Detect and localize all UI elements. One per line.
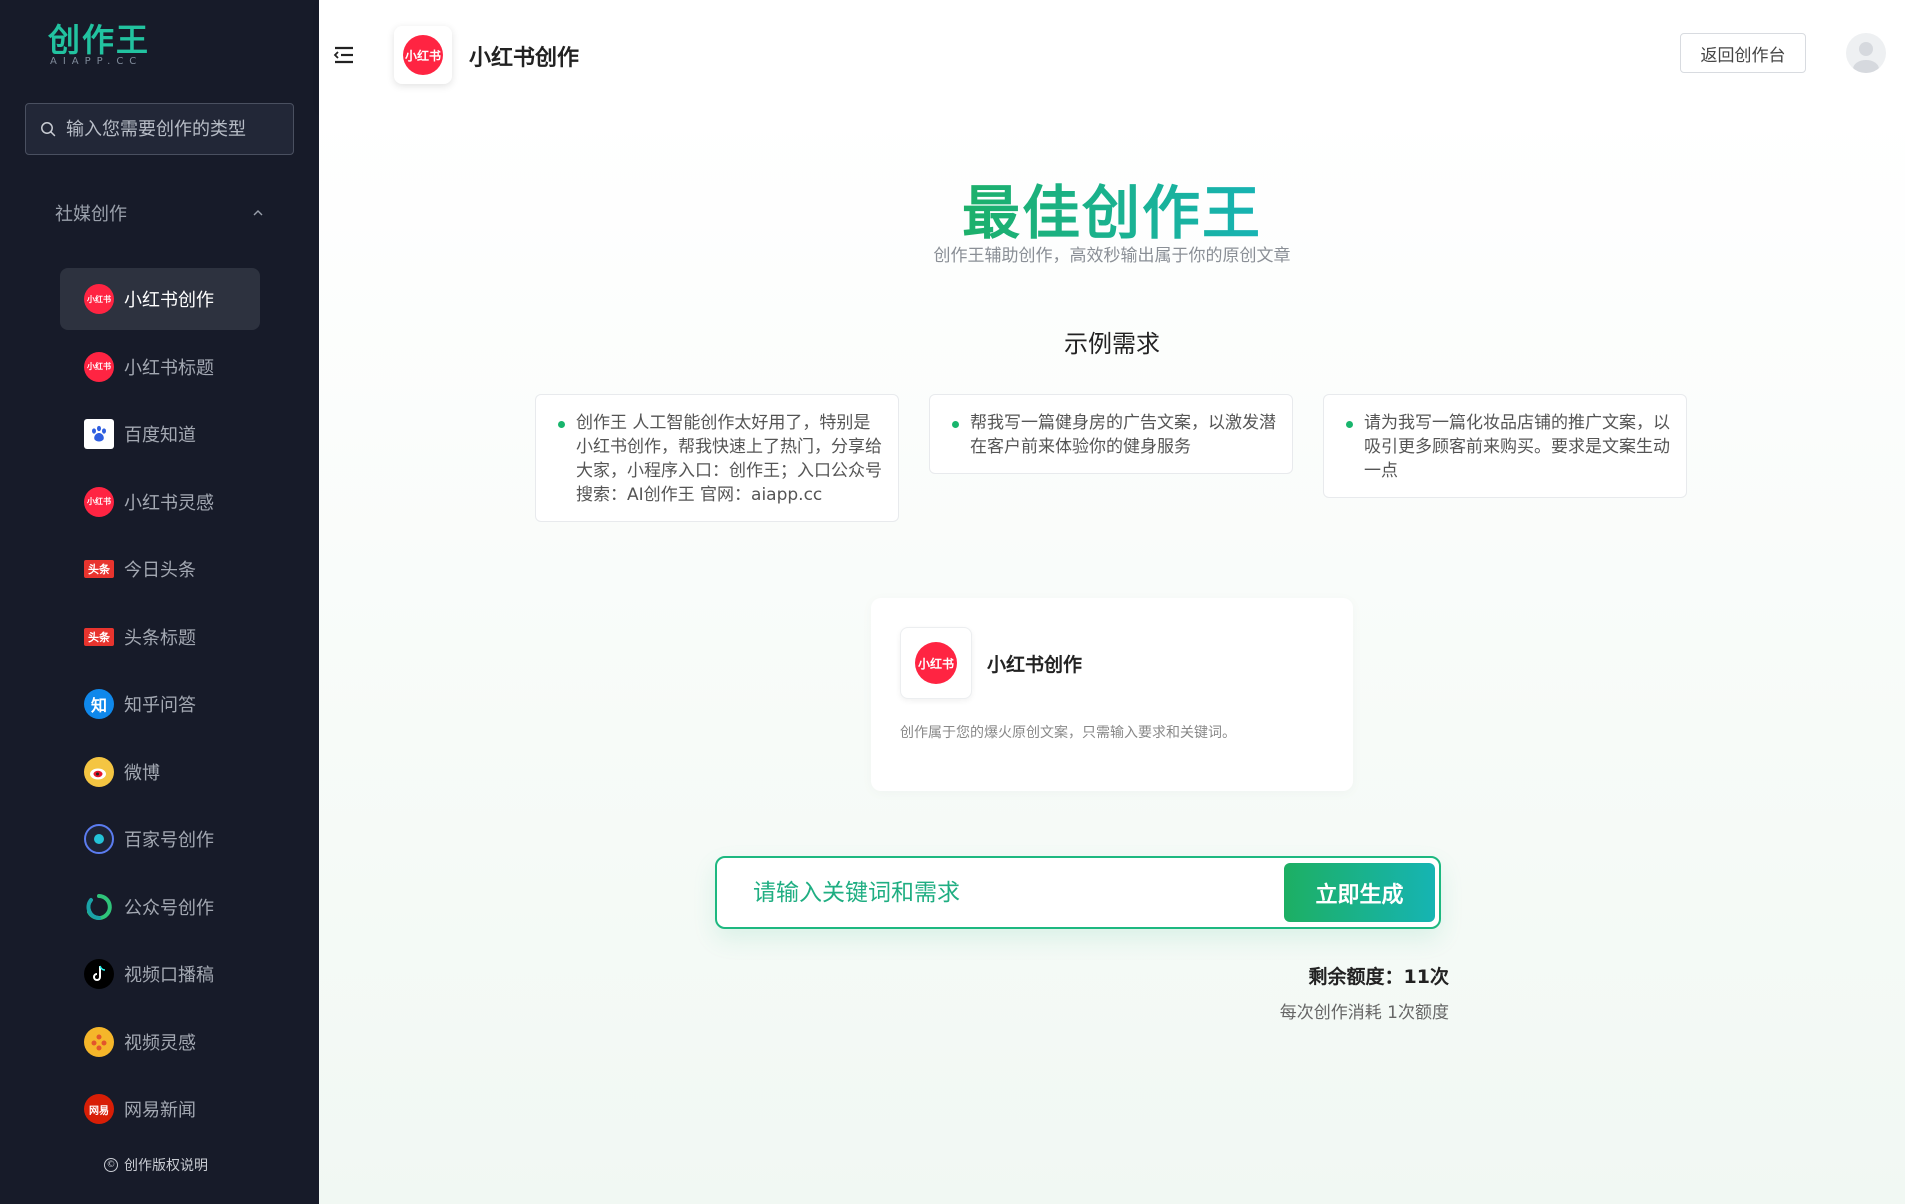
tool-name: 小红书创作 <box>987 654 1083 676</box>
tool-info-card: 小红书 小红书创作 创作属于您的爆火原创文案，只需输入要求和关键词。 <box>871 598 1353 791</box>
sidebar-item-label: 小红书灵感 <box>124 492 214 514</box>
tiktok-icon <box>84 959 114 989</box>
sidebar-item-wechat-official[interactable]: 公众号创作 <box>60 876 260 938</box>
hero-title: 最佳创作王 <box>319 166 1905 250</box>
sidebar-item-xiaohongshu-create[interactable]: 小红书 小红书创作 <box>60 268 260 330</box>
sidebar-nav: 小红书 小红书创作 小红书 小红书标题 百度知道 小红书 小红书灵感 头条 今日… <box>60 268 260 1146</box>
sidebar-item-xiaohongshu-inspiration[interactable]: 小红书 小红书灵感 <box>60 471 260 533</box>
generate-button[interactable]: 立即生成 <box>1284 863 1435 922</box>
xiaohongshu-icon: 小红书 <box>84 486 114 517</box>
toutiao-icon: 头条 <box>84 627 114 646</box>
group-header-social-media[interactable]: 社媒创作 <box>55 200 265 226</box>
avatar[interactable] <box>1846 33 1886 73</box>
sidebar-item-label: 知乎问答 <box>124 695 196 716</box>
search-icon <box>41 122 56 137</box>
prompt-input-box: 立即生成 <box>715 856 1441 929</box>
sidebar-item-label: 头条标题 <box>124 627 196 649</box>
sidebar-search <box>25 103 294 155</box>
example-text: 帮我写一篇健身房的广告文案，以激发潜在客户前来体验你的健身服务 <box>970 413 1276 457</box>
toutiao-icon: 头条 <box>84 560 114 578</box>
hero-subtitle: 创作王辅助创作，高效秒输出属于你的原创文章 <box>933 246 1291 266</box>
sidebar-item-video-script[interactable]: 视频口播稿 <box>60 943 260 1005</box>
weibo-icon <box>84 756 114 787</box>
xiaohongshu-icon: 小红书 <box>84 351 114 382</box>
baijiahao-icon <box>84 824 114 854</box>
xiaohongshu-icon: 小红书 <box>84 284 114 314</box>
example-card[interactable]: 创作王 人工智能创作太好用了，特别是小红书创作，帮我快速上了热门，分享给大家，小… <box>535 394 899 522</box>
tool-icon: 小红书 <box>900 627 972 699</box>
sidebar-item-label: 百家号创作 <box>124 830 214 851</box>
back-to-workspace-button[interactable]: 返回创作台 <box>1680 33 1806 73</box>
sidebar-item-zhihu[interactable]: 知 知乎问答 <box>60 673 260 735</box>
user-icon <box>1853 42 1879 73</box>
sidebar-item-label: 小红书创作 <box>124 290 214 311</box>
sidebar-item-xiaohongshu-title[interactable]: 小红书 小红书标题 <box>60 336 260 398</box>
xiaohongshu-icon: 小红书 <box>915 642 957 684</box>
baidu-paw-icon <box>84 419 114 449</box>
examples-title: 示例需求 <box>1064 330 1160 358</box>
quota-note: 每次创作消耗 1次额度 <box>1279 1003 1449 1023</box>
keyword-input[interactable] <box>753 876 1253 910</box>
group-label: 社媒创作 <box>55 204 127 225</box>
example-text: 请为我写一篇化妆品店铺的推广文案，以吸引更多顾客前来购买。要求是文案生动一点 <box>1364 413 1670 481</box>
sidebar-item-baidu-zhidao[interactable]: 百度知道 <box>60 403 260 465</box>
remaining-quota: 剩余额度：11次 <box>1308 966 1449 988</box>
sidebar-item-label: 视频口播稿 <box>124 965 214 986</box>
category-search-input[interactable] <box>66 118 286 140</box>
sidebar-item-label: 微博 <box>124 762 160 784</box>
xiaohongshu-icon: 小红书 <box>403 35 443 75</box>
sidebar-item-weibo[interactable]: 微博 <box>60 741 260 803</box>
hero-title-text: 最佳创作王 <box>961 179 1262 247</box>
sidebar-item-netease-news[interactable]: 网易 网易新闻 <box>60 1078 260 1140</box>
sidebar-item-baijiahao[interactable]: 百家号创作 <box>60 808 260 870</box>
main-content: 最佳创作王 创作王辅助创作，高效秒输出属于你的原创文章 示例需求 创作王 人工智… <box>319 110 1905 1204</box>
top-header: 小红书 小红书创作 返回创作台 <box>319 0 1905 110</box>
netease-icon: 网易 <box>84 1094 114 1124</box>
copyright-label: 创作版权说明 <box>124 1158 208 1174</box>
sidebar-item-label: 公众号创作 <box>124 897 214 919</box>
copyright-icon: © <box>104 1158 118 1172</box>
page-title: 小红书创作 <box>469 46 580 71</box>
sidebar-item-video-inspiration[interactable]: 视频灵感 <box>60 1011 260 1073</box>
sidebar: 创作王 AIAPP.CC 社媒创作 小红书 小红书创作 小红书 小红书标题 <box>0 0 319 1204</box>
wechat-official-icon <box>84 892 114 922</box>
zhihu-icon: 知 <box>84 689 114 719</box>
sidebar-item-label: 今日头条 <box>124 560 196 581</box>
sidebar-item-label: 网易新闻 <box>124 1100 196 1121</box>
example-text: 创作王 人工智能创作太好用了，特别是小红书创作，帮我快速上了热门，分享给大家，小… <box>576 413 882 505</box>
sidebar-item-label: 小红书标题 <box>124 357 214 379</box>
video-reel-icon <box>84 1026 114 1057</box>
tool-description: 创作属于您的爆火原创文案，只需输入要求和关键词。 <box>900 725 1236 741</box>
sidebar-item-label: 视频灵感 <box>124 1032 196 1054</box>
tool-logo: 小红书 <box>394 26 452 84</box>
menu-toggle-icon[interactable] <box>333 44 355 66</box>
example-card[interactable]: 帮我写一篇健身房的广告文案，以激发潜在客户前来体验你的健身服务 <box>929 394 1293 474</box>
example-card[interactable]: 请为我写一篇化妆品店铺的推广文案，以吸引更多顾客前来购买。要求是文案生动一点 <box>1323 394 1687 498</box>
sidebar-item-toutiao-title[interactable]: 头条 头条标题 <box>60 606 260 668</box>
sidebar-item-toutiao[interactable]: 头条 今日头条 <box>60 538 260 600</box>
logo-subtext: AIAPP.CC <box>50 56 143 67</box>
chevron-up-icon <box>253 210 263 216</box>
sidebar-item-label: 百度知道 <box>124 425 196 446</box>
app-logo[interactable]: 创作王 AIAPP.CC <box>48 22 150 67</box>
logo-text: 创作王 <box>48 21 151 59</box>
copyright-link[interactable]: © 创作版权说明 <box>104 1155 208 1175</box>
